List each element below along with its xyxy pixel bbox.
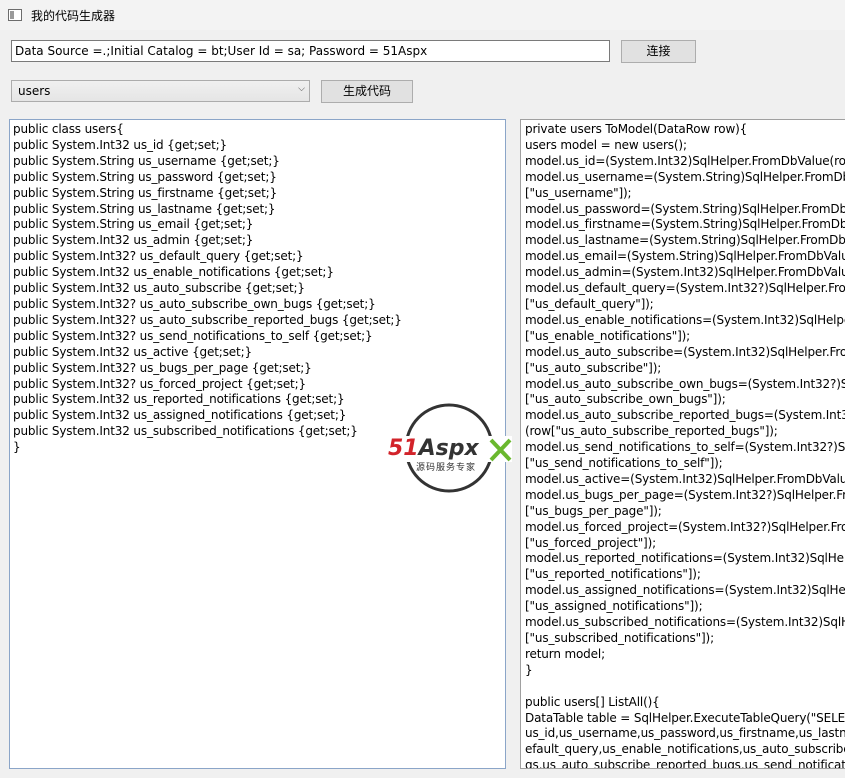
model-code-line: public System.Int32 us_auto_subscribe {g… (13, 281, 305, 296)
dal-code-line: ["us_username"]); (525, 185, 632, 200)
dal-code-line: (row["us_auto_subscribe_reported_bugs"])… (525, 424, 778, 439)
model-code-line: public System.Int32 us_reported_notifica… (13, 392, 345, 407)
dal-code-line: model.us_username=(System.String)SqlHelp… (525, 169, 845, 184)
dal-code-line: ["us_auto_subscribe"]); (525, 360, 662, 375)
dal-code-line: model.us_id=(System.Int32)SqlHelper.From… (525, 153, 845, 168)
table-select-value: users (18, 84, 51, 98)
dal-code-line: private users ToModel(DataRow row){ (525, 122, 748, 136)
dal-code-line: model.us_assigned_notifications=(System.… (525, 583, 845, 598)
dal-code-line: } (525, 662, 533, 677)
model-code-line: public System.Int32 us_admin {get;set;} (13, 233, 254, 248)
model-code-line: public System.Int32 us_active {get;set;} (13, 344, 252, 359)
dal-code-line: model.us_default_query=(System.Int32?)Sq… (525, 281, 845, 296)
title-bar: 我的代码生成器 (0, 0, 845, 30)
model-code-line: public System.Int32 us_assigned_notifica… (13, 408, 347, 423)
watermark-brand-prefix: 51 (388, 436, 419, 461)
dal-code-line: model.us_subscribed_notifications=(Syste… (525, 615, 845, 630)
dal-code-line: users model = new users(); (525, 137, 687, 152)
model-code-line: public System.Int32? us_auto_subscribe_r… (13, 312, 402, 327)
model-code-line: public System.Int32 us_enable_notificati… (13, 265, 334, 280)
app-window-icon (8, 9, 22, 21)
dal-code-line: model.us_lastname=(System.String)SqlHelp… (525, 233, 845, 248)
connection-string-input[interactable]: Data Source =.;Initial Catalog = bt;User… (11, 40, 610, 62)
dal-code-line: ["us_auto_subscribe_own_bugs"]); (525, 392, 726, 407)
dal-code-line: ["us_enable_notifications"]); (525, 328, 691, 343)
model-code-line: public System.Int32? us_auto_subscribe_o… (13, 296, 376, 311)
dal-code-line: model.us_admin=(System.Int32)SqlHelper.F… (525, 265, 845, 280)
dal-code-line: public users[] ListAll(){ (525, 694, 660, 709)
table-select[interactable]: users ⌵ (11, 80, 310, 102)
dal-code-line: model.us_forced_project=(System.Int32?)S… (525, 519, 845, 534)
model-code-line: public class users{ (13, 122, 124, 136)
dal-code-line: model.us_auto_subscribe_reported_bugs=(S… (525, 408, 845, 423)
model-code-line: public System.String us_firstname {get;s… (13, 185, 278, 200)
model-code-line: public System.String us_password {get;se… (13, 169, 277, 184)
dal-code-line: model.us_email=(System.String)SqlHelper.… (525, 249, 845, 264)
dal-code-line: model.us_active=(System.Int32)SqlHelper.… (525, 471, 845, 486)
dal-code-line: model.us_auto_subscribe=(System.Int32)Sq… (525, 344, 845, 359)
dal-code-line: ["us_assigned_notifications"]); (525, 599, 703, 614)
dal-code-line: model.us_bugs_per_page=(System.Int32?)Sq… (525, 487, 845, 502)
dal-code-line: efault_query,us_enable_notifications,us_… (525, 742, 845, 757)
dal-code-line: model.us_enable_notifications=(System.In… (525, 312, 845, 327)
model-code-line: public System.String us_lastname {get;se… (13, 201, 276, 216)
model-code-lines: public class users{public System.Int32 u… (13, 122, 402, 456)
model-code-line: public System.Int32? us_default_query {g… (13, 249, 304, 264)
dal-code-line (525, 679, 845, 695)
dal-code-line: ["us_bugs_per_page"]); (525, 503, 662, 518)
watermark-brand-suffix: Aspx (417, 436, 480, 461)
dal-code-line: model.us_password=(System.String)SqlHelp… (525, 201, 845, 216)
svg-text:51Aspx: 51Aspx (388, 436, 479, 461)
dal-code-line: ["us_reported_notifications"]); (525, 567, 701, 582)
model-code-line: } (13, 440, 21, 455)
dal-code-line: ["us_subscribed_notifications"]); (525, 631, 714, 645)
connect-button[interactable]: 连接 (621, 40, 696, 63)
dal-code-line: model.us_send_notifications_to_self=(Sys… (525, 440, 845, 455)
model-code-line: public System.String us_email {get;set;} (13, 217, 254, 232)
generate-code-button[interactable]: 生成代码 (321, 80, 413, 103)
dal-code-line: us_id,us_username,us_password,us_firstna… (525, 726, 845, 741)
model-code-line: public System.String us_username {get;se… (13, 153, 280, 168)
dal-code-line: ["us_default_query"]); (525, 296, 654, 311)
dal-code-line: model.us_auto_subscribe_own_bugs=(System… (525, 376, 845, 391)
dal-code-line: DataTable table = SqlHelper.ExecuteTable… (525, 710, 845, 725)
dal-code-line: model.us_reported_notifications=(System.… (525, 551, 845, 566)
dal-code-textarea[interactable]: private users ToModel(DataRow row){users… (520, 119, 845, 769)
dal-code-line: ["us_forced_project"]); (525, 535, 657, 550)
model-code-line: public System.Int32 us_subscribed_notifi… (13, 424, 358, 439)
51aspx-watermark-logo: 51Aspx 源码服务专家 (386, 403, 512, 493)
dal-code-line: gs,us_auto_subscribe_reported_bugs,us_se… (525, 758, 845, 769)
window-title: 我的代码生成器 (31, 9, 116, 23)
watermark-tagline: 源码服务专家 (416, 461, 476, 473)
dal-code-line: ["us_send_notifications_to_self"]); (525, 456, 723, 471)
model-code-line: public System.Int32? us_bugs_per_page {g… (13, 360, 312, 375)
dal-code-line: return model; (525, 646, 605, 661)
model-code-line: public System.Int32? us_send_notificatio… (13, 328, 373, 343)
chevron-down-icon[interactable]: ⌵ (298, 84, 305, 94)
model-code-line: public System.Int32? us_forced_project {… (13, 376, 306, 391)
model-code-line: public System.Int32 us_id {get;set;} (13, 137, 228, 152)
dal-code-line: model.us_firstname=(System.String)SqlHel… (525, 217, 845, 232)
dal-code-lines: private users ToModel(DataRow row){users… (525, 122, 845, 769)
